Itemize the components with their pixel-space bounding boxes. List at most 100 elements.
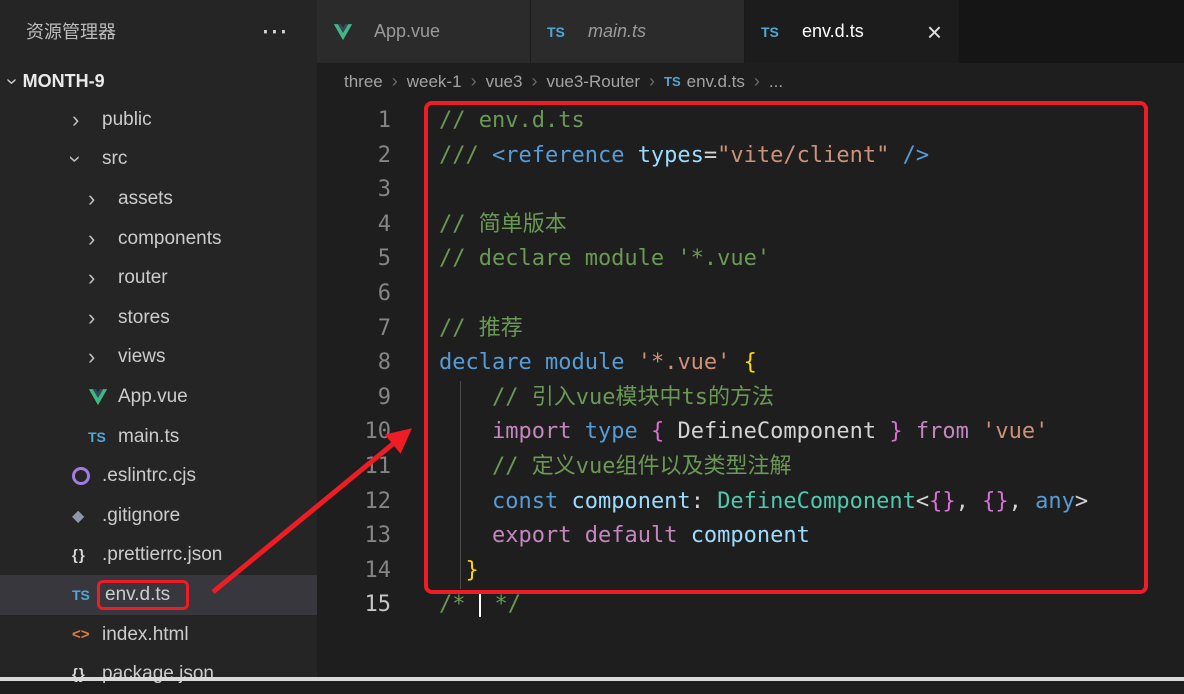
typescript-icon: TS: [761, 24, 789, 40]
tree-item-public[interactable]: › public: [0, 100, 317, 140]
breadcrumb: three›week-1›vue3›vue3-Router›TSenv.d.ts…: [317, 63, 1184, 100]
tab-label: env.d.ts: [802, 21, 864, 42]
file-label: package.json: [102, 663, 214, 685]
code-line-2[interactable]: /// <reference types="vite/client" />: [439, 139, 1184, 174]
line-number: 6: [317, 277, 391, 312]
breadcrumb-label: three: [344, 72, 383, 92]
chevron-right-icon: ›: [88, 267, 95, 289]
line-number: 3: [317, 173, 391, 208]
code-line-3[interactable]: [439, 173, 1184, 208]
tab-App.vue[interactable]: App.vue: [317, 0, 531, 63]
typescript-icon: TS: [664, 74, 681, 89]
breadcrumb-item-vue3[interactable]: vue3: [486, 72, 523, 92]
file-label: env.d.ts: [97, 580, 189, 610]
tree-item-assets[interactable]: › assets: [0, 179, 317, 219]
tree-item-stores[interactable]: › stores: [0, 298, 317, 338]
breadcrumb-label: vue3: [486, 72, 523, 92]
typescript-icon: TS: [88, 429, 116, 445]
window-bottom-edge: [0, 677, 1184, 681]
line-number: 2: [317, 139, 391, 174]
code-line-7[interactable]: // 推荐: [439, 312, 1184, 347]
code-line-13[interactable]: export default component: [439, 519, 1184, 554]
file-label: main.ts: [118, 426, 179, 448]
editor: 123456789101112131415 // env.d.ts/// <re…: [317, 100, 1184, 681]
tree-item-.prettierrc.json[interactable]: {}.prettierrc.json: [0, 536, 317, 576]
code-line-4[interactable]: // 简单版本: [439, 208, 1184, 243]
tree-item-package.json[interactable]: {}package.json: [0, 654, 317, 694]
tree-item-views[interactable]: ›views: [0, 338, 317, 378]
line-number: 10: [317, 415, 391, 450]
code-line-10[interactable]: import type { DefineComponent } from 'vu…: [439, 415, 1184, 450]
code-area: // env.d.ts/// <reference types="vite/cl…: [391, 100, 1184, 681]
tree-item-src[interactable]: › src: [0, 140, 317, 180]
vue-icon: [88, 388, 116, 406]
more-actions-icon[interactable]: ⋯: [261, 18, 291, 45]
chevron-right-icon: ›: [88, 188, 95, 210]
file-label: src: [102, 148, 127, 170]
code-line-5[interactable]: // declare module '*.vue': [439, 242, 1184, 277]
section-header-month-9[interactable]: › MONTH-9: [0, 62, 317, 100]
vue-icon: [333, 23, 361, 41]
breadcrumb-label: week-1: [407, 72, 462, 92]
tree-item-main.ts[interactable]: TSmain.ts: [0, 417, 317, 457]
explorer-header: 资源管理器 ⋯: [0, 0, 317, 62]
line-number: 8: [317, 346, 391, 381]
file-label: stores: [118, 307, 170, 329]
line-number: 15: [317, 588, 391, 623]
code-line-8[interactable]: declare module '*.vue' {: [439, 346, 1184, 381]
breadcrumb-separator-icon: ›: [531, 71, 537, 92]
code-line-14[interactable]: }: [439, 554, 1184, 589]
html-icon: <>: [72, 626, 100, 643]
explorer-sidebar: 资源管理器 ⋯ › MONTH-9 › public › src › assets › com…: [0, 0, 317, 681]
typescript-icon: TS: [72, 587, 100, 603]
file-label: components: [118, 228, 222, 250]
file-label: views: [118, 346, 166, 368]
breadcrumb-label: vue3-Router: [546, 72, 640, 92]
file-label: .prettierrc.json: [102, 544, 222, 566]
line-number: 4: [317, 208, 391, 243]
breadcrumb-item-vue3-Router[interactable]: vue3-Router: [546, 72, 640, 92]
tree-item-env.d.ts[interactable]: TSenv.d.ts: [0, 575, 317, 615]
code-line-15[interactable]: /* */: [439, 588, 1184, 623]
indent-guide: [460, 381, 461, 589]
json-icon: {}: [72, 547, 100, 564]
code-line-1[interactable]: // env.d.ts: [439, 104, 1184, 139]
tab-main.ts[interactable]: TSmain.ts: [531, 0, 745, 63]
breadcrumb-item-week-1[interactable]: week-1: [407, 72, 462, 92]
breadcrumb-item-env.d.ts[interactable]: TS env.d.ts: [664, 72, 745, 92]
file-label: .gitignore: [102, 505, 180, 527]
line-number: 12: [317, 485, 391, 520]
close-icon[interactable]: ×: [927, 19, 942, 45]
line-number: 14: [317, 554, 391, 589]
code-line-9[interactable]: // 引入vue模块中ts的方法: [439, 381, 1184, 416]
explorer-title: 资源管理器: [26, 18, 261, 44]
line-number: 1: [317, 104, 391, 139]
code-line-11[interactable]: // 定义vue组件以及类型注解: [439, 450, 1184, 485]
code-line-6[interactable]: [439, 277, 1184, 312]
file-label: assets: [118, 188, 173, 210]
file-label: public: [102, 109, 152, 131]
line-number-gutter: 123456789101112131415: [317, 100, 391, 681]
code-line-12[interactable]: const component: DefineComponent<{}, {},…: [439, 485, 1184, 520]
chevron-right-icon: ›: [88, 228, 95, 250]
chevron-down-icon: ›: [65, 156, 87, 163]
tab-env.d.ts[interactable]: TS env.d.ts ×: [745, 0, 959, 63]
tree-item-.eslintrc.cjs[interactable]: .eslintrc.cjs: [0, 456, 317, 496]
breadcrumb-label: env.d.ts: [687, 72, 745, 92]
file-label: index.html: [102, 624, 189, 646]
chevron-right-icon: ›: [72, 109, 79, 131]
breadcrumb-item-...[interactable]: ...: [769, 72, 783, 92]
file-tree: ›public›src›assets›components›router›sto…: [0, 100, 317, 694]
line-number: 13: [317, 519, 391, 554]
tree-item-.gitignore[interactable]: ◆.gitignore: [0, 496, 317, 536]
tree-item-router[interactable]: ›router: [0, 258, 317, 298]
tree-item-App.vue[interactable]: App.vue: [0, 377, 317, 417]
tree-item-index.html[interactable]: <>index.html: [0, 615, 317, 655]
breadcrumb-item-three[interactable]: three: [344, 72, 383, 92]
line-number: 9: [317, 381, 391, 416]
file-label: .eslintrc.cjs: [102, 465, 196, 487]
chevron-right-icon: ›: [88, 307, 95, 329]
chevron-down-icon: ›: [0, 78, 23, 85]
tree-item-components[interactable]: › components: [0, 219, 317, 259]
tab-label: App.vue: [374, 21, 440, 42]
